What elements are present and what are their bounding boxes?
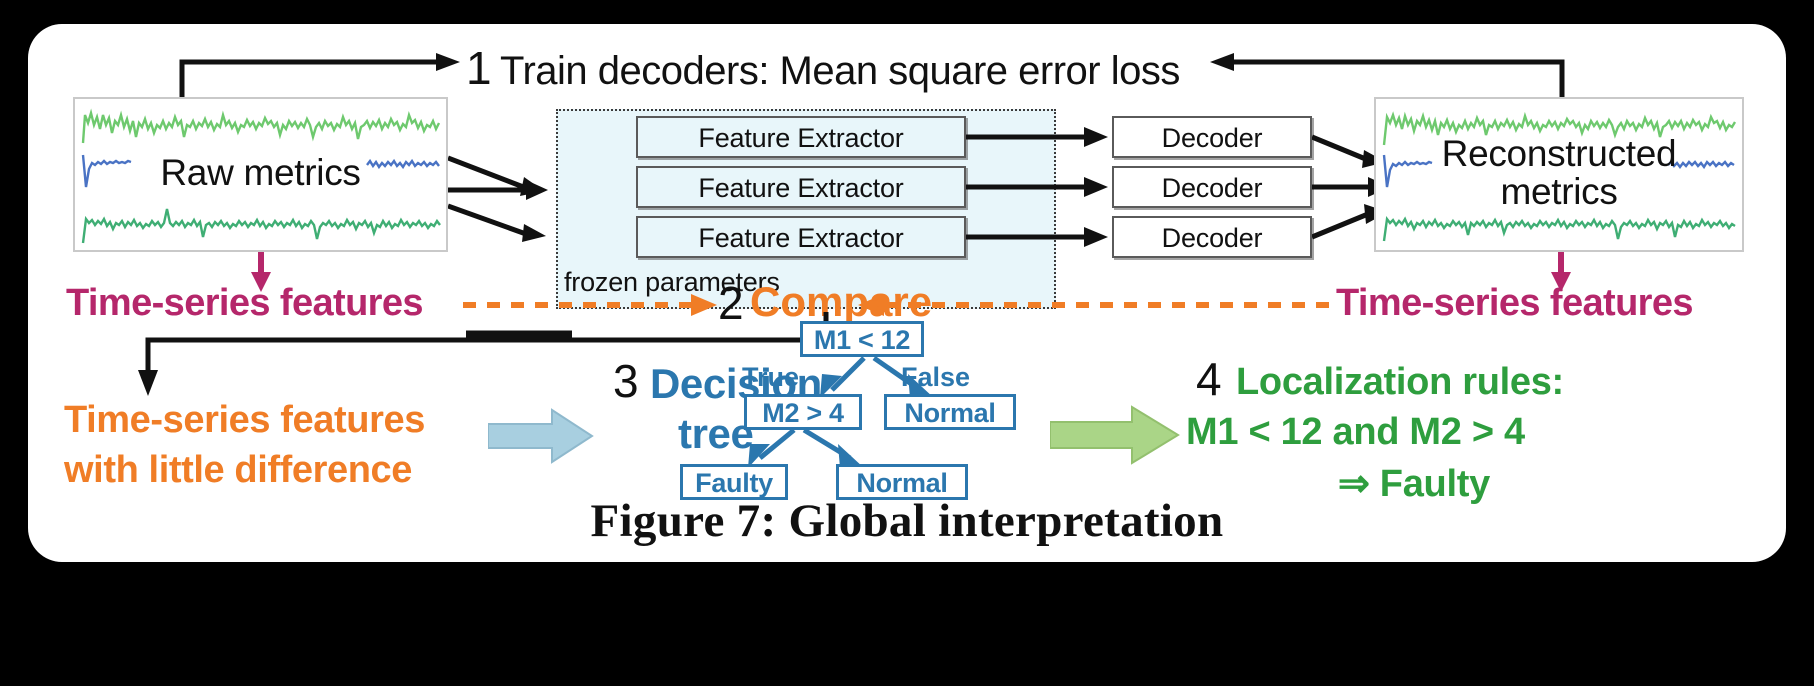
feature-extractor-3[interactable]: Feature Extractor: [636, 216, 966, 258]
raw-metrics-label: Raw metrics: [160, 152, 361, 193]
raw-to-extractors-arrows: [448, 155, 548, 242]
reconstructed-metrics-label-line1: Reconstructed: [1441, 133, 1677, 174]
decoder-1[interactable]: Decoder: [1112, 116, 1312, 158]
tree-node-normal-right[interactable]: Normal: [884, 394, 1016, 430]
step-4-number: 4: [1196, 353, 1222, 405]
figure-caption: Figure 7: Global interpretation: [590, 495, 1224, 547]
extractor-to-decoder-arrows: [966, 127, 1108, 247]
blue-block-arrow: [488, 408, 594, 464]
step-1-title: Train decoders: Mean square error loss: [500, 49, 1180, 93]
tree-edge-true-label: True: [742, 362, 800, 392]
feature-extractor-2[interactable]: Feature Extractor: [636, 166, 966, 208]
step-4-rule-line: M1 < 12 and M2 > 4: [1186, 411, 1525, 453]
figure-card: 1 Train decoders: Mean square error loss…: [28, 24, 1786, 562]
green-block-arrow: [1050, 405, 1180, 465]
decoder-3[interactable]: Decoder: [1112, 216, 1312, 258]
raw-metrics-waveform-top: [81, 108, 441, 144]
decoder-2[interactable]: Decoder: [1112, 166, 1312, 208]
step-4-title-line1: Localization rules:: [1236, 361, 1564, 403]
tree-root-node[interactable]: M1 < 12: [800, 321, 924, 357]
raw-metrics-waveform-bottom: [81, 208, 441, 244]
tree-node-m2[interactable]: M2 > 4: [744, 394, 862, 430]
little-difference-line2: with little difference: [64, 449, 413, 491]
step-3-number: 3: [613, 355, 639, 407]
step-1-number: 1: [466, 42, 492, 94]
little-difference-line1: Time-series features: [64, 399, 425, 441]
figure-stage: 1 Train decoders: Mean square error loss…: [28, 24, 1786, 562]
right-time-series-features-label: Time-series features: [1336, 282, 1694, 324]
reconstructed-waveform-bottom: [1382, 215, 1736, 242]
feature-extractor-1[interactable]: Feature Extractor: [636, 116, 966, 158]
raw-metrics-box: Raw metrics: [73, 97, 448, 252]
reconstructed-metrics-box: Reconstructed metrics: [1374, 97, 1744, 252]
